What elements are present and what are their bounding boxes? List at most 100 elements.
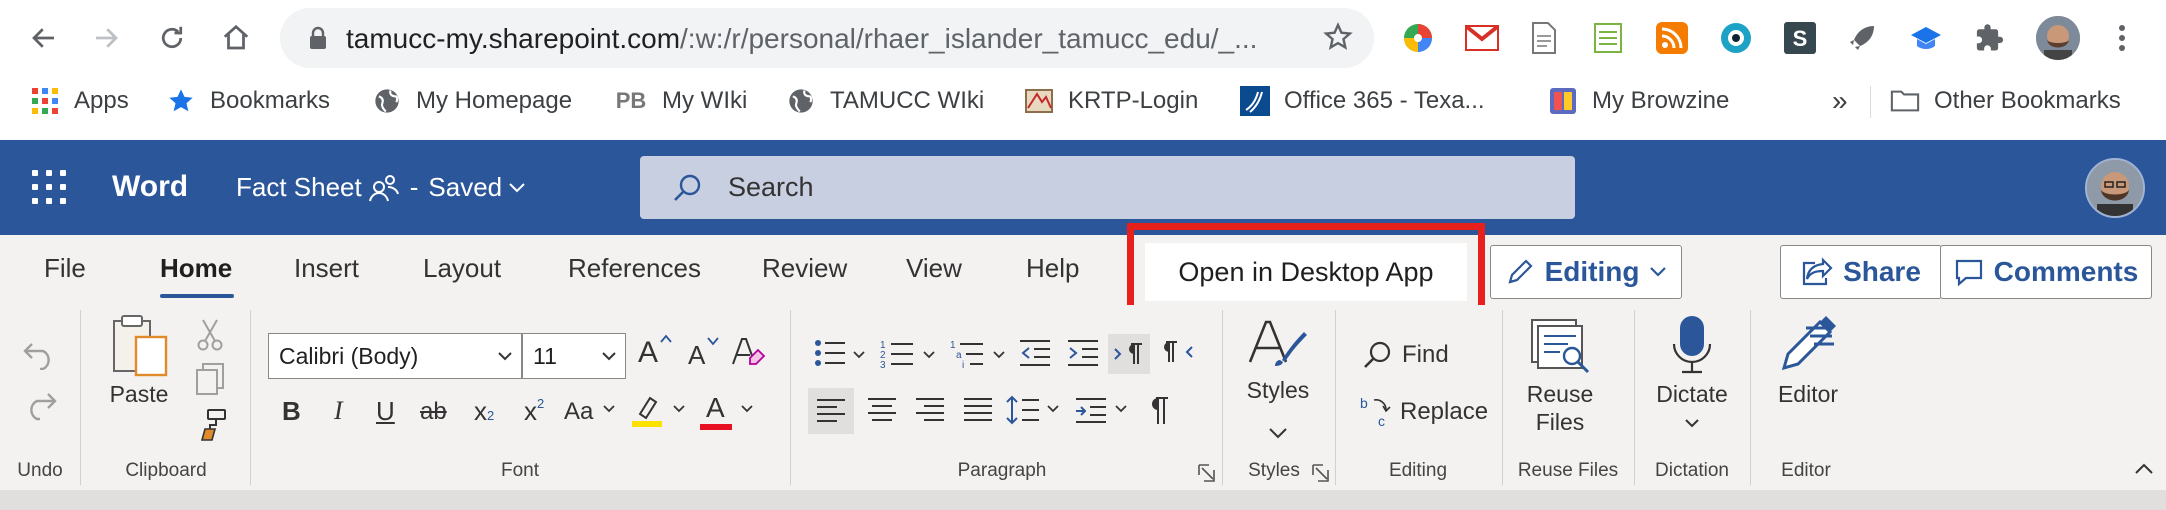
chevron-down-icon[interactable] bbox=[602, 404, 616, 414]
search-input[interactable]: Search bbox=[640, 156, 1575, 219]
eye-extension-icon[interactable] bbox=[1716, 18, 1756, 58]
change-case-icon[interactable]: Aa bbox=[564, 398, 593, 426]
tab-view[interactable]: View bbox=[906, 253, 962, 284]
kebab-menu-icon[interactable] bbox=[2102, 18, 2142, 58]
show-formatting-marks-icon[interactable] bbox=[1146, 396, 1170, 426]
cut-icon[interactable] bbox=[196, 318, 224, 352]
justify-icon[interactable] bbox=[962, 396, 994, 424]
highlighter-icon[interactable] bbox=[630, 394, 666, 428]
line-spacing-icon[interactable] bbox=[1006, 394, 1040, 426]
align-right-icon[interactable] bbox=[914, 396, 946, 424]
align-center-icon[interactable] bbox=[866, 396, 898, 424]
account-avatar[interactable] bbox=[2085, 158, 2145, 218]
subscript-icon[interactable]: x2 bbox=[474, 396, 494, 427]
increase-indent-icon[interactable] bbox=[1066, 338, 1100, 368]
spreadsheet-icon[interactable] bbox=[1588, 18, 1628, 58]
paragraph-spacing-icon[interactable] bbox=[1074, 396, 1108, 424]
multilevel-list-icon[interactable]: 1ai bbox=[950, 338, 984, 370]
decrease-indent-icon[interactable] bbox=[1018, 338, 1052, 368]
extensions-puzzle-icon[interactable] bbox=[1970, 18, 2010, 58]
bookmark-krtp-login[interactable]: KRTP-Login bbox=[1024, 80, 1198, 122]
microphone-icon[interactable] bbox=[1670, 314, 1714, 376]
bookmark-my-homepage[interactable]: My Homepage bbox=[372, 80, 572, 122]
copy-icon[interactable] bbox=[194, 362, 226, 396]
underline-icon[interactable]: U bbox=[376, 396, 395, 427]
chevron-down-icon[interactable] bbox=[1046, 404, 1060, 414]
redo-icon[interactable] bbox=[22, 392, 58, 426]
app-launcher-icon[interactable] bbox=[32, 170, 66, 204]
collapse-ribbon-icon[interactable] bbox=[2134, 462, 2154, 476]
chevron-down-icon[interactable] bbox=[1268, 426, 1288, 440]
bookmark-office365[interactable]: Office 365 - Texa... bbox=[1240, 80, 1485, 122]
bookmark-bookmarks[interactable]: Bookmarks bbox=[166, 80, 330, 122]
profile-avatar[interactable] bbox=[2036, 16, 2080, 60]
italic-icon[interactable]: I bbox=[334, 396, 343, 426]
clear-formatting-icon[interactable] bbox=[730, 334, 766, 370]
document-icon[interactable] bbox=[1524, 18, 1564, 58]
editing-mode-dropdown[interactable]: Editing bbox=[1490, 245, 1682, 299]
bookmark-tamucc-wiki[interactable]: TAMUCC WIki bbox=[786, 80, 984, 122]
s-extension-icon[interactable]: S bbox=[1780, 18, 1820, 58]
format-painter-icon[interactable] bbox=[196, 408, 228, 442]
styles-icon[interactable] bbox=[1244, 316, 1308, 372]
bookmark-my-browzine[interactable]: My Browzine bbox=[1548, 80, 1729, 122]
graduation-cap-icon[interactable] bbox=[1906, 18, 1946, 58]
replace-label[interactable]: Replace bbox=[1400, 398, 1488, 426]
back-button[interactable] bbox=[22, 16, 66, 60]
share-button[interactable]: Share bbox=[1780, 245, 1942, 299]
replace-icon[interactable]: bc bbox=[1360, 394, 1394, 430]
font-color-icon[interactable]: A bbox=[706, 392, 725, 424]
chevron-down-icon[interactable] bbox=[852, 350, 866, 360]
tab-references[interactable]: References bbox=[568, 253, 701, 284]
strikethrough-icon[interactable]: ab bbox=[420, 398, 447, 426]
color-wheel-icon[interactable] bbox=[1398, 18, 1438, 58]
address-bar[interactable]: tamucc-my.sharepoint.com/:w:/r/personal/… bbox=[280, 8, 1374, 68]
font-name-combobox[interactable]: Calibri (Body) bbox=[268, 333, 522, 379]
superscript-icon[interactable]: x2 bbox=[524, 396, 544, 427]
find-label[interactable]: Find bbox=[1402, 341, 1449, 369]
comments-button[interactable]: Comments bbox=[1940, 245, 2152, 299]
bold-icon[interactable]: B bbox=[282, 396, 301, 427]
bookmark-apps[interactable]: Apps bbox=[30, 80, 129, 122]
chevron-down-icon[interactable] bbox=[1114, 404, 1128, 414]
tab-layout[interactable]: Layout bbox=[423, 253, 501, 284]
home-button[interactable] bbox=[214, 16, 258, 60]
bookmark-my-wiki[interactable]: PB My WIki bbox=[614, 80, 748, 122]
rocket-icon[interactable] bbox=[1842, 18, 1882, 58]
grow-font-icon[interactable]: A bbox=[638, 336, 658, 370]
gmail-icon[interactable] bbox=[1462, 18, 1502, 58]
editor-icon[interactable] bbox=[1776, 314, 1838, 374]
tab-file[interactable]: File bbox=[44, 253, 86, 284]
chevron-down-icon[interactable] bbox=[922, 350, 936, 360]
styles-dialog-launcher-icon[interactable] bbox=[1312, 464, 1330, 482]
paragraph-dialog-launcher-icon[interactable] bbox=[1198, 464, 1216, 482]
tab-home[interactable]: Home bbox=[160, 253, 232, 284]
open-in-desktop-app-button[interactable]: Open in Desktop App bbox=[1145, 243, 1467, 301]
tab-review[interactable]: Review bbox=[762, 253, 847, 284]
bookmarks-overflow-button[interactable]: » bbox=[1832, 80, 1848, 122]
bookmark-other-bookmarks[interactable]: Other Bookmarks bbox=[1890, 80, 2121, 122]
chevron-down-icon[interactable] bbox=[672, 404, 686, 414]
align-left-icon[interactable] bbox=[808, 388, 854, 434]
tab-insert[interactable]: Insert bbox=[294, 253, 359, 284]
tab-help[interactable]: Help bbox=[1026, 253, 1079, 284]
app-name[interactable]: Word bbox=[112, 170, 188, 204]
ltr-paragraph-icon[interactable] bbox=[1108, 334, 1150, 374]
reuse-files-icon[interactable] bbox=[1530, 318, 1592, 376]
shrink-font-icon[interactable]: A bbox=[688, 340, 705, 371]
forward-button[interactable] bbox=[84, 16, 128, 60]
font-size-combobox[interactable]: 11 bbox=[522, 333, 626, 379]
bullets-icon[interactable] bbox=[814, 338, 846, 368]
paste-icon[interactable] bbox=[110, 313, 172, 379]
find-icon[interactable] bbox=[1362, 340, 1392, 370]
chevron-down-icon[interactable] bbox=[740, 404, 754, 414]
rss-icon[interactable] bbox=[1652, 18, 1692, 58]
rtl-paragraph-icon[interactable] bbox=[1162, 338, 1194, 366]
bookmark-star-icon[interactable] bbox=[1322, 21, 1354, 53]
chevron-down-icon[interactable] bbox=[992, 350, 1006, 360]
numbering-icon[interactable]: 123 bbox=[880, 338, 914, 370]
chevron-down-icon[interactable] bbox=[1684, 418, 1700, 430]
document-title[interactable]: Fact Sheet - Saved bbox=[236, 172, 526, 203]
undo-icon[interactable] bbox=[22, 336, 58, 370]
reload-button[interactable] bbox=[150, 16, 194, 60]
